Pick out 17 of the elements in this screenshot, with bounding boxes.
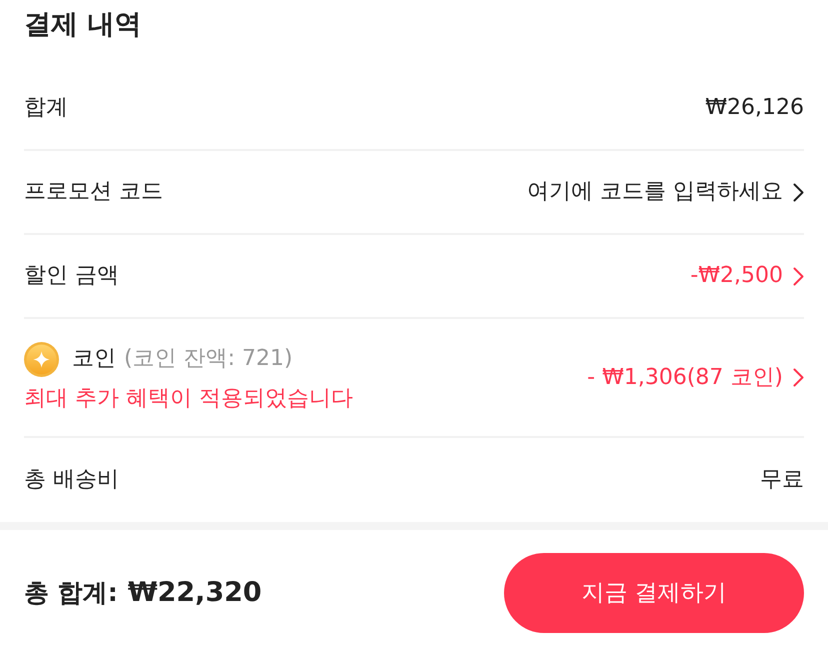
benefit-note: 최대 추가 혜택이 적용되었습니다	[24, 384, 353, 412]
row-label: 코인	[72, 345, 116, 373]
row-value: 무료	[760, 466, 804, 494]
row-value: ₩26,126	[705, 94, 804, 122]
section-title: 결제 내역	[24, 8, 142, 42]
row-value[interactable]: 여기에 코드를 입력하세요	[527, 177, 783, 207]
total-amount: ₩22,320	[128, 577, 262, 608]
coin-balance: (코인 잔액: 721)	[124, 345, 293, 373]
pay-now-button[interactable]: 지금 결제하기	[504, 552, 804, 632]
row-label: 총 배송비	[24, 466, 119, 494]
row-label: 합계	[24, 94, 68, 122]
row-label: 프로모션 코드	[24, 178, 163, 206]
row-label: 할인 금액	[24, 262, 119, 290]
row-value[interactable]: -₩2,500	[690, 261, 783, 291]
row-value[interactable]: - ₩1,306(87 코인)	[587, 362, 783, 392]
total-label: 총 합계:	[24, 577, 118, 609]
coin-icon	[24, 342, 59, 376]
